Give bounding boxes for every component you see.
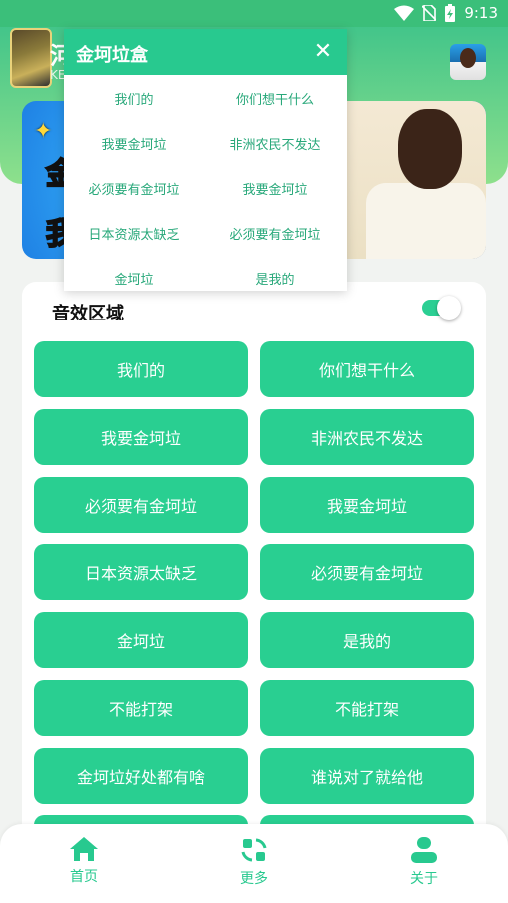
- toggle-knob: [437, 296, 461, 320]
- popup-title: 金坷垃盒: [76, 45, 148, 66]
- close-icon[interactable]: ✕: [309, 37, 337, 65]
- nav-more[interactable]: 更多: [214, 836, 294, 888]
- status-icons: 9:13: [394, 4, 498, 22]
- bottom-navigation: 首页 更多 关于: [0, 824, 508, 903]
- popup-menu-item[interactable]: 金坷垃: [64, 269, 204, 288]
- avatar-face: [460, 48, 476, 68]
- sound-button[interactable]: 是我的: [260, 612, 474, 668]
- sound-button[interactable]: 我要金坷垃: [260, 477, 474, 533]
- sound-button[interactable]: 非洲农民不发达: [260, 409, 474, 465]
- popup-menu-item[interactable]: 是我的: [205, 269, 345, 288]
- popup-menu-item[interactable]: 我要金坷垃: [64, 134, 204, 153]
- status-bar: 9:13: [0, 0, 508, 27]
- popup-menu-item[interactable]: 你们想干什么: [205, 89, 345, 108]
- wifi-icon: [394, 5, 415, 21]
- sound-button[interactable]: 谁说对了就给他: [260, 748, 474, 804]
- banner-person-body: [366, 183, 486, 259]
- status-time: 9:13: [464, 4, 498, 22]
- app-logo: [10, 28, 52, 88]
- popup-menu-item[interactable]: 必须要有金坷垃: [205, 224, 345, 243]
- popup-menu-item[interactable]: 日本资源太缺乏: [64, 224, 204, 243]
- person-icon: [411, 837, 437, 863]
- nav-about[interactable]: 关于: [384, 836, 464, 888]
- sound-toggle[interactable]: [422, 296, 461, 320]
- nav-home-label: 首页: [70, 869, 98, 885]
- avatar[interactable]: [450, 44, 486, 80]
- sound-button[interactable]: 必须要有金坷垃: [34, 477, 248, 533]
- star-icon: ✦: [34, 119, 53, 144]
- popup-menu: 金坷垃盒 ✕ 我们的 你们想干什么 我要金坷垃 非洲农民不发达 必须要有金坷垃 我要金坷垃…: [64, 29, 347, 291]
- nav-home[interactable]: 首页: [44, 836, 124, 886]
- sound-button[interactable]: 你们想干什么: [260, 341, 474, 397]
- nav-about-label: 关于: [410, 871, 438, 887]
- popup-menu-item[interactable]: 我们的: [64, 89, 204, 108]
- banner-person-head: [398, 109, 462, 189]
- sound-button[interactable]: 必须要有金坷垃: [260, 544, 474, 600]
- banner-image: [346, 101, 486, 259]
- popup-menu-item[interactable]: 非洲农民不发达: [205, 134, 345, 153]
- popup-header: 金坷垃盒 ✕: [64, 29, 347, 75]
- sound-button[interactable]: 我要金坷垃: [34, 409, 248, 465]
- popup-menu-item[interactable]: 我要金坷垃: [205, 179, 345, 198]
- popup-menu-item[interactable]: 必须要有金坷垃: [64, 179, 204, 198]
- sound-button[interactable]: 不能打架: [260, 680, 474, 736]
- sound-button[interactable]: 我们的: [34, 341, 248, 397]
- sound-button[interactable]: 金坷垃: [34, 612, 248, 668]
- home-icon: [70, 837, 98, 861]
- sound-button[interactable]: 不能打架: [34, 680, 248, 736]
- nav-more-label: 更多: [240, 871, 268, 887]
- no-sim-icon: [422, 5, 437, 21]
- sound-button[interactable]: 金坷垃好处都有啥: [34, 748, 248, 804]
- refresh-grid-icon: [241, 838, 267, 862]
- battery-charging-icon: [445, 4, 456, 22]
- sound-button[interactable]: 日本资源太缺乏: [34, 544, 248, 600]
- section-label: 音效区域: [52, 304, 124, 320]
